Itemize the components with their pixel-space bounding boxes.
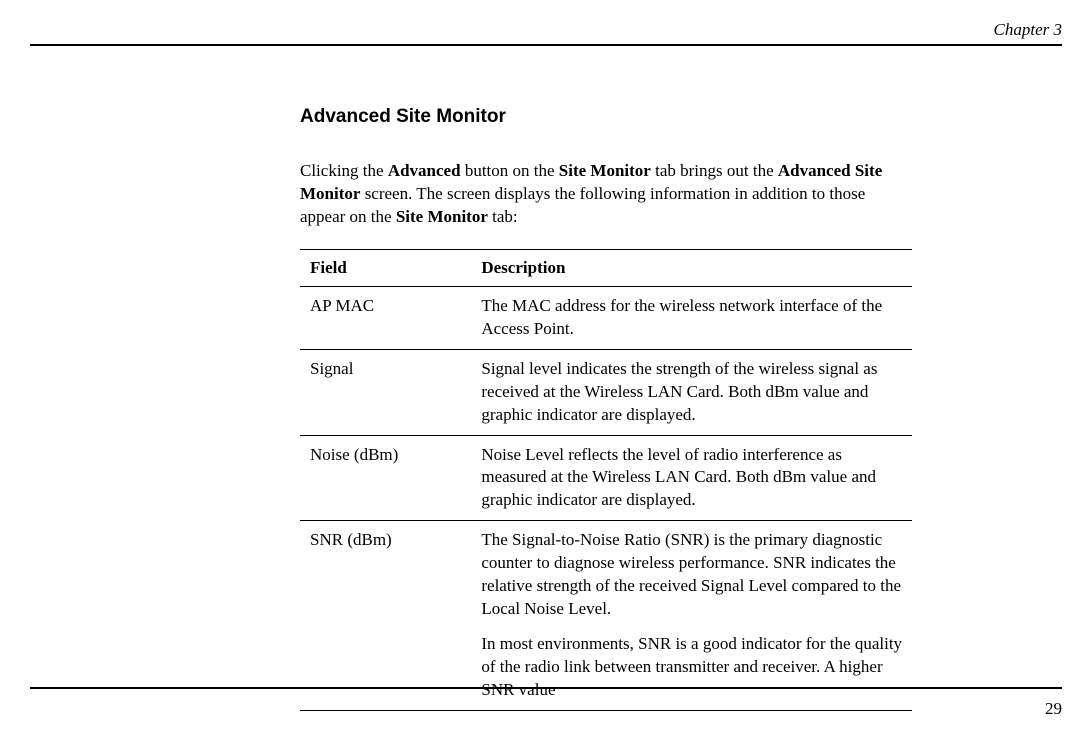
- chapter-header: Chapter 3: [30, 20, 1062, 46]
- cell-field: Noise (dBm): [300, 435, 471, 521]
- section-title: Advanced Site Monitor: [300, 106, 912, 128]
- table-row: AP MAC The MAC address for the wireless …: [300, 286, 912, 349]
- header-description: Description: [471, 249, 912, 286]
- cell-field: SNR (dBm): [300, 521, 471, 711]
- cell-field: AP MAC: [300, 286, 471, 349]
- intro-text: screen. The screen displays the followin…: [300, 184, 865, 226]
- cell-field: Signal: [300, 349, 471, 435]
- intro-text: tab brings out the: [651, 161, 778, 180]
- table-row: Noise (dBm) Noise Level reflects the lev…: [300, 435, 912, 521]
- table-header-row: Field Description: [300, 249, 912, 286]
- cell-description: The Signal-to-Noise Ratio (SNR) is the p…: [471, 521, 912, 711]
- header-field: Field: [300, 249, 471, 286]
- footer-rule: [30, 687, 1062, 689]
- cell-description: Noise Level reflects the level of radio …: [471, 435, 912, 521]
- cell-description: The MAC address for the wireless network…: [471, 286, 912, 349]
- cell-description: Signal level indicates the strength of t…: [471, 349, 912, 435]
- table-row: SNR (dBm) The Signal-to-Noise Ratio (SNR…: [300, 521, 912, 711]
- intro-text: button on the: [461, 161, 559, 180]
- table-row: Signal Signal level indicates the streng…: [300, 349, 912, 435]
- field-description-table: Field Description AP MAC The MAC address…: [300, 249, 912, 711]
- content-area: Advanced Site Monitor Clicking the Advan…: [300, 106, 912, 711]
- intro-bold-sitemonitor2: Site Monitor: [396, 207, 488, 226]
- intro-bold-sitemonitor: Site Monitor: [559, 161, 651, 180]
- intro-paragraph: Clicking the Advanced button on the Site…: [300, 160, 912, 229]
- intro-text: Clicking the: [300, 161, 388, 180]
- cell-description-p2: In most environments, SNR is a good indi…: [481, 634, 902, 699]
- cell-description-p1: The Signal-to-Noise Ratio (SNR) is the p…: [481, 530, 901, 618]
- page-number: 29: [1045, 699, 1062, 719]
- intro-text: tab:: [488, 207, 518, 226]
- intro-bold-advanced: Advanced: [388, 161, 461, 180]
